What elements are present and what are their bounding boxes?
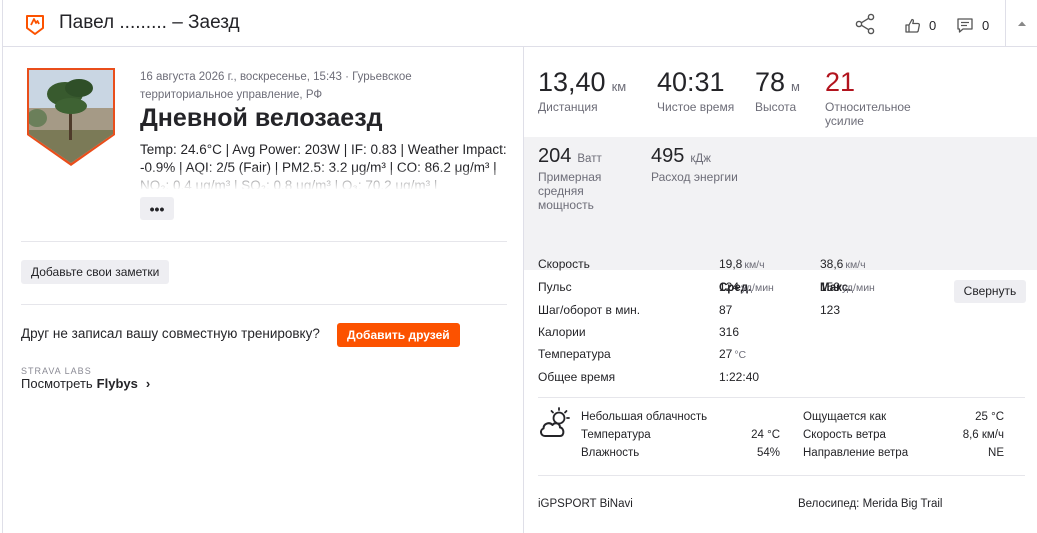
wind-direction-label: Направление ветра xyxy=(803,447,909,459)
row-max: 38,6 xyxy=(820,257,844,271)
collapse-header-button[interactable] xyxy=(1005,0,1037,47)
row-avg-unit: км/ч xyxy=(744,259,765,271)
page-header: Павел ......... – Заезд 0 0 xyxy=(3,0,1037,47)
weather-condition: Небольшая облачность xyxy=(581,411,708,423)
activity-meta: 16 августа 2026 г., воскресенье, 15:43 ·… xyxy=(140,68,510,104)
activity-location-2: территориальное управление, РФ xyxy=(140,89,323,101)
weather-humidity-value: 54% xyxy=(756,447,780,459)
feels-like-label: Ощущается как xyxy=(803,411,887,423)
wind-speed-value: 8,6 км/ч xyxy=(962,429,1004,441)
stats-panel: 13,40 км Дистанция 40:31 Чистое время 78 м… xyxy=(523,47,1037,533)
activity-date-location: 16 августа 2026 г., воскресенье, 15:43 ·… xyxy=(140,71,412,83)
comment-icon xyxy=(957,17,973,33)
activity-page: Павел ......... – Заезд 0 0 16 августа 2… xyxy=(2,0,1037,533)
wind-direction-value: NE xyxy=(988,447,1004,459)
comments-button[interactable]: 0 xyxy=(956,15,989,35)
athlete-avatar[interactable] xyxy=(25,68,117,166)
divider xyxy=(21,304,507,305)
stat-elevation: 78 м Высота xyxy=(755,67,800,114)
distance-label: Дистанция xyxy=(538,100,598,114)
bike-label: Велосипед: xyxy=(798,498,860,510)
kudos-button[interactable]: 0 xyxy=(904,15,936,35)
add-friends-button[interactable]: Добавить друзей xyxy=(337,323,460,347)
row-avg-unit: уд/мин xyxy=(741,282,774,294)
activity-name: Дневной велозаезд xyxy=(140,104,383,132)
wind-speed-label: Скорость ветра xyxy=(803,429,886,441)
partly-cloudy-icon xyxy=(540,407,570,437)
divider xyxy=(538,475,1025,476)
power-unit: Ватт xyxy=(577,153,602,165)
device-name: iGPSPORT BiNavi xyxy=(538,498,633,510)
activity-type-icon xyxy=(26,15,44,35)
stat-energy: 495 кДж Расход энергии xyxy=(651,145,781,184)
stat-relative-effort[interactable]: 21 Относительное усилие xyxy=(825,67,935,128)
row-max-unit: уд/мин xyxy=(842,282,875,294)
bike-name[interactable]: Merida Big Trail xyxy=(863,498,943,510)
flybys-link[interactable]: Посмотреть Flybys › xyxy=(21,376,150,391)
row-label: Скорость xyxy=(538,257,590,271)
elevation-label: Высота xyxy=(755,100,797,114)
energy-label: Расход энергии xyxy=(651,170,738,184)
row-label: Общее время xyxy=(538,370,616,384)
add-notes-button[interactable]: Добавьте свои заметки xyxy=(21,260,170,284)
row-avg: 27 xyxy=(719,347,733,361)
thumbs-up-icon xyxy=(905,18,920,33)
stat-moving-time: 40:31 Чистое время xyxy=(657,67,734,114)
row-avg: 124 xyxy=(719,280,740,294)
collapse-button[interactable]: Свернуть xyxy=(954,280,1026,303)
divider xyxy=(538,397,1025,398)
row-max: 159 xyxy=(820,280,841,294)
stat-distance: 13,40 км Дистанция xyxy=(538,67,626,114)
relative-effort-label: Относительное усилие xyxy=(825,100,911,128)
flybys-prefix: Посмотреть xyxy=(21,376,93,391)
row-avg: 316 xyxy=(719,325,740,339)
feels-like-value: 25 °C xyxy=(975,411,1004,423)
power-label: Примерная средняя мощность xyxy=(538,170,602,212)
description-fade xyxy=(140,170,510,190)
moving-time-value: 40:31 xyxy=(657,67,725,97)
flybys-word: Flybys xyxy=(96,376,138,391)
distance-unit: км xyxy=(611,79,627,94)
row-label: Шаг/оборот в мин. xyxy=(538,303,641,317)
energy-unit: кДж xyxy=(690,153,711,165)
elevation-value: 78 xyxy=(755,67,786,97)
moving-time-label: Чистое время xyxy=(657,100,735,114)
row-label: Пульс xyxy=(538,280,572,294)
power-value: 204 xyxy=(538,145,572,167)
row-avg: 1:22:40 xyxy=(719,370,760,384)
kudos-count: 0 xyxy=(929,17,937,33)
share-icon[interactable] xyxy=(854,13,876,35)
weather-temp-label: Температура xyxy=(581,429,651,441)
elevation-unit: м xyxy=(791,79,800,94)
row-avg-unit: °C xyxy=(734,349,747,361)
weather-temp-value: 24 °C xyxy=(751,429,780,441)
bike-info: Велосипед: Merida Big Trail xyxy=(798,498,942,510)
row-avg: 19,8 xyxy=(719,257,743,271)
stat-power: 204 Ватт Примерная средняя мощность xyxy=(538,145,638,212)
chevron-right-icon: › xyxy=(145,376,151,391)
row-label: Калории xyxy=(538,325,586,339)
friend-prompt: Друг не записал вашу совместную трениров… xyxy=(21,326,320,341)
more-button[interactable]: ••• xyxy=(140,197,174,220)
divider xyxy=(21,241,507,242)
chevron-up-icon xyxy=(1018,21,1026,26)
row-label: Температура xyxy=(538,347,611,361)
distance-value: 13,40 xyxy=(538,67,606,97)
comments-count: 0 xyxy=(982,17,990,33)
row-max-unit: км/ч xyxy=(845,259,866,271)
page-title: Павел ......... – Заезд xyxy=(59,12,240,33)
energy-value: 495 xyxy=(651,145,685,167)
relative-effort-value: 21 xyxy=(825,67,856,97)
row-max: 123 xyxy=(820,303,841,317)
weather-humidity-label: Влажность xyxy=(581,447,640,459)
row-avg: 87 xyxy=(719,303,733,317)
strava-labs-label: STRAVA LABS xyxy=(21,366,92,376)
